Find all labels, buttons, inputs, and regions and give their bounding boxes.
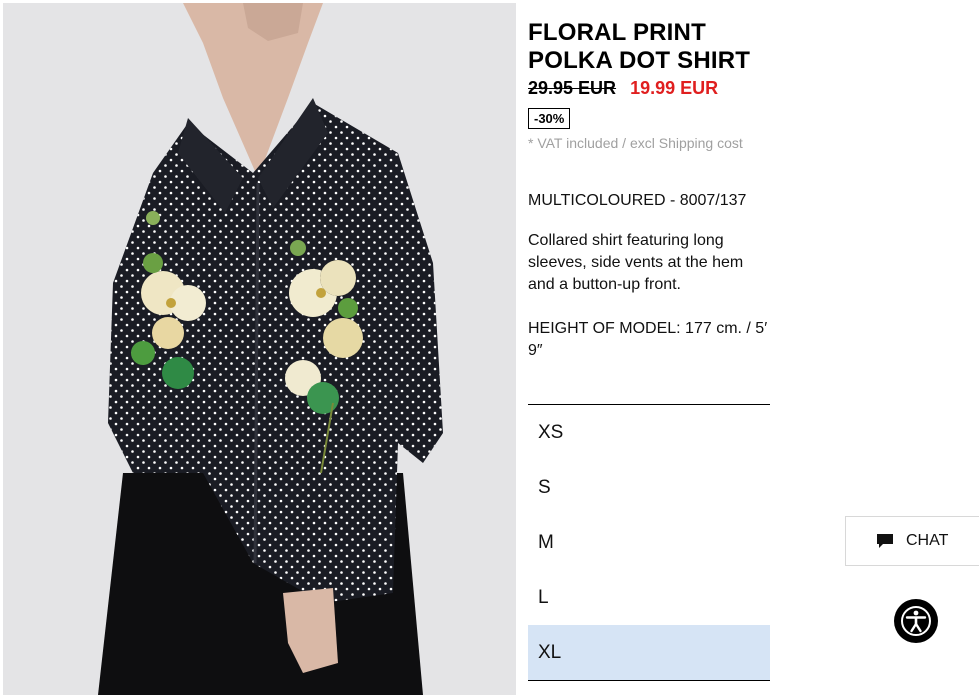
size-option-m[interactable]: M [528,515,770,570]
accessibility-icon [901,606,931,636]
price-row: 29.95 EUR 19.99 EUR [528,78,718,99]
size-option-l[interactable]: L [528,570,770,625]
chat-button[interactable]: CHAT [845,516,979,566]
size-option-s[interactable]: S [528,460,770,515]
chat-label: CHAT [906,532,949,549]
model-wearing-shirt-illustration [3,3,516,695]
size-option-xs[interactable]: XS [528,405,770,460]
original-price: 29.95 EUR [528,78,617,98]
size-selector: XS S M L XL [528,404,770,681]
size-option-xl[interactable]: XL [528,625,770,681]
product-image[interactable] [3,3,516,695]
discount-badge: -30% [528,108,571,129]
model-height: HEIGHT OF MODEL: 177 cm. / 5′ 9″ [528,320,768,359]
vat-note: * VAT included / excl Shipping cost [528,135,743,151]
chat-bubble-icon [876,533,894,549]
product-title: FLORAL PRINT POLKA DOT SHIRT [528,19,751,74]
accessibility-button[interactable] [894,599,938,643]
sale-price: 19.99 EUR [630,78,719,98]
product-description: Collared shirt featuring long sleeves, s… [528,232,744,293]
color-reference: MULTICOLOURED - 8007/137 [528,192,747,209]
